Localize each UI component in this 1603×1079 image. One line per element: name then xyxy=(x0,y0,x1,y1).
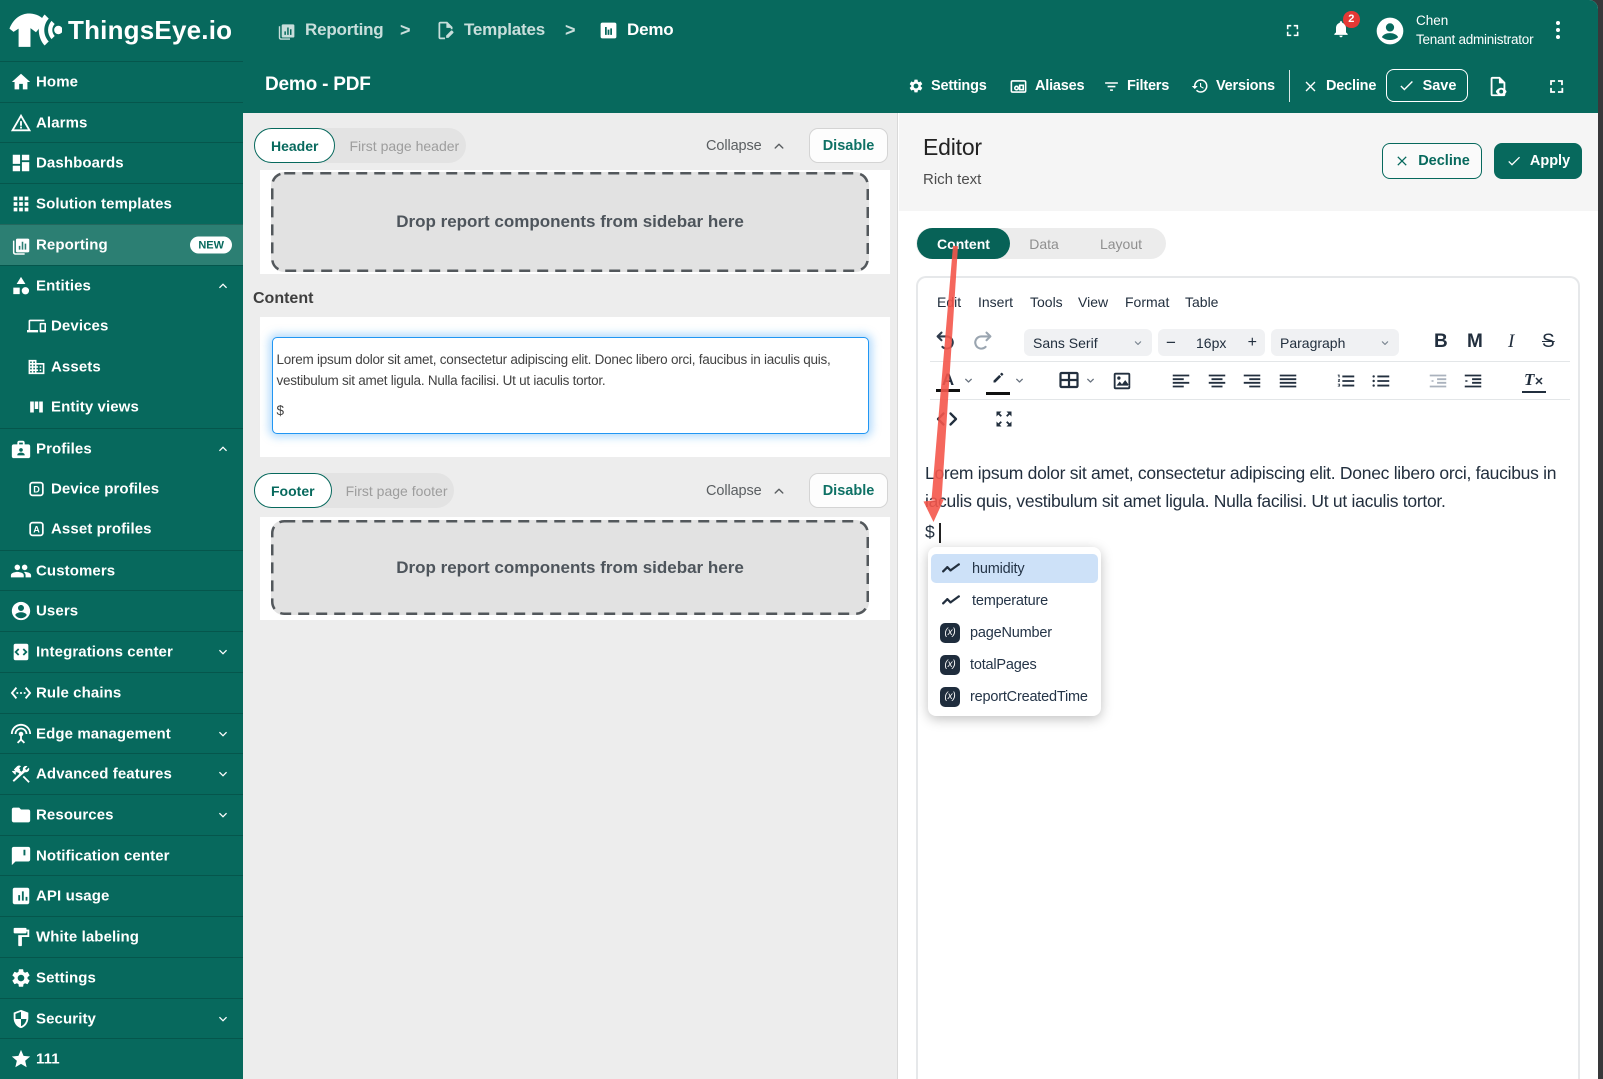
svg-text:A: A xyxy=(33,525,40,535)
svg-text:D: D xyxy=(33,484,40,494)
